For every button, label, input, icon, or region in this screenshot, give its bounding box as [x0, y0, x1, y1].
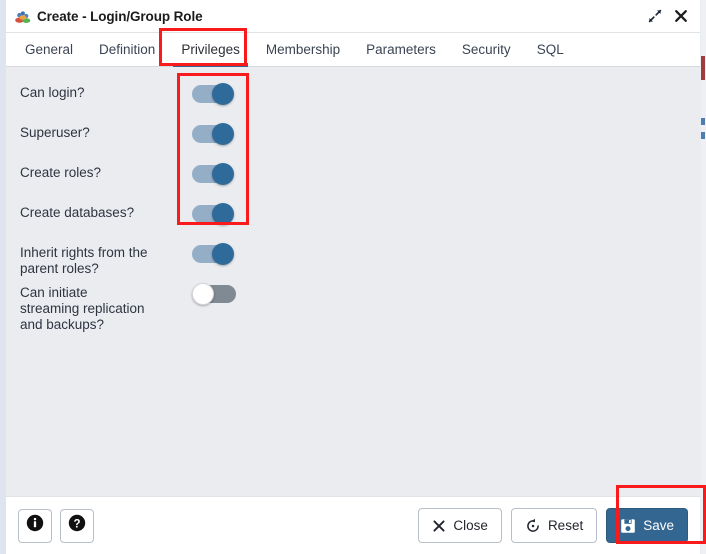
info-button[interactable]: [18, 508, 52, 543]
privileges-form: Can login? Superuser? Create roles? Crea…: [6, 81, 700, 337]
scrollbar-track[interactable]: [701, 0, 706, 554]
toggle-cell-can-login: [192, 81, 236, 105]
toggle-knob: [192, 283, 214, 305]
dialog-footer: ? Close Reset Save: [6, 496, 700, 554]
field-label-can-initiate-replication: Can initiate streaming replication and b…: [20, 285, 145, 332]
dialog-titlebar: Create - Login/Group Role: [6, 0, 700, 33]
field-label-create-roles: Create roles?: [20, 165, 102, 180]
reset-button[interactable]: Reset: [510, 508, 598, 543]
toggle-cell-superuser: [192, 121, 236, 145]
group-role-icon: [14, 7, 32, 25]
info-icon: [25, 513, 45, 538]
help-icon: ?: [67, 513, 87, 538]
field-superuser: Superuser?: [20, 121, 700, 161]
field-inherit-rights: Inherit rights from the parent roles?: [20, 241, 700, 281]
field-can-login: Can login?: [20, 81, 700, 121]
reset-button-label: Reset: [547, 518, 584, 533]
tab-privileges[interactable]: Privileges: [168, 33, 253, 67]
reset-icon: [525, 518, 541, 534]
toggle-knob: [212, 203, 234, 225]
tab-sql[interactable]: SQL: [524, 33, 577, 66]
close-icon[interactable]: [668, 3, 694, 29]
x-icon: [432, 519, 446, 533]
dialog-title: Create - Login/Group Role: [37, 8, 203, 24]
create-role-dialog: Create - Login/Group Role General Defini…: [6, 0, 700, 554]
scrollbar-marker-info-2: [701, 132, 705, 139]
tab-parameters[interactable]: Parameters: [353, 33, 449, 66]
toggle-create-databases[interactable]: [192, 203, 236, 225]
field-create-databases: Create databases?: [20, 201, 700, 241]
field-can-initiate-replication: Can initiate streaming replication and b…: [20, 281, 700, 337]
toggle-superuser[interactable]: [192, 123, 236, 145]
toggle-create-roles[interactable]: [192, 163, 236, 185]
tab-security[interactable]: Security: [449, 33, 524, 66]
field-create-roles: Create roles?: [20, 161, 700, 201]
field-label-create-databases: Create databases?: [20, 205, 135, 220]
tab-definition[interactable]: Definition: [86, 33, 168, 66]
toggle-knob: [212, 163, 234, 185]
tab-membership[interactable]: Membership: [253, 33, 353, 66]
toggle-can-login[interactable]: [192, 83, 236, 105]
toggle-cell-inherit-rights: [192, 241, 236, 265]
expand-icon[interactable]: [642, 3, 668, 29]
field-label-superuser: Superuser?: [20, 125, 90, 140]
save-button[interactable]: Save: [606, 508, 688, 543]
save-disk-icon: [620, 518, 636, 534]
tab-general[interactable]: General: [12, 33, 86, 66]
toggle-cell-create-roles: [192, 161, 236, 185]
privileges-panel: Can login? Superuser? Create roles? Crea…: [6, 67, 700, 496]
dialog-tabbar: General Definition Privileges Membership…: [6, 33, 700, 67]
save-button-label: Save: [643, 518, 674, 533]
footer-right-group: Close Reset Save: [418, 508, 688, 543]
toggle-knob: [212, 243, 234, 265]
field-label-can-login: Can login?: [20, 85, 85, 100]
svg-text:?: ?: [73, 518, 80, 530]
toggle-knob: [212, 83, 234, 105]
window-right-scrollbar[interactable]: [700, 0, 706, 554]
toggle-inherit-rights[interactable]: [192, 243, 236, 265]
screen: Create - Login/Group Role General Defini…: [0, 0, 706, 554]
footer-left-group: ?: [18, 508, 94, 543]
toggle-can-initiate-replication[interactable]: [192, 283, 236, 305]
help-button[interactable]: ?: [60, 508, 94, 543]
close-button-label: Close: [453, 518, 488, 533]
field-label-inherit-rights: Inherit rights from the parent roles?: [20, 245, 148, 276]
toggle-cell-create-databases: [192, 201, 236, 225]
toggle-knob: [212, 123, 234, 145]
toggle-cell-can-initiate-replication: [192, 281, 236, 305]
close-button[interactable]: Close: [418, 508, 502, 543]
scrollbar-marker-error: [701, 56, 705, 80]
scrollbar-marker-info-1: [701, 118, 705, 125]
